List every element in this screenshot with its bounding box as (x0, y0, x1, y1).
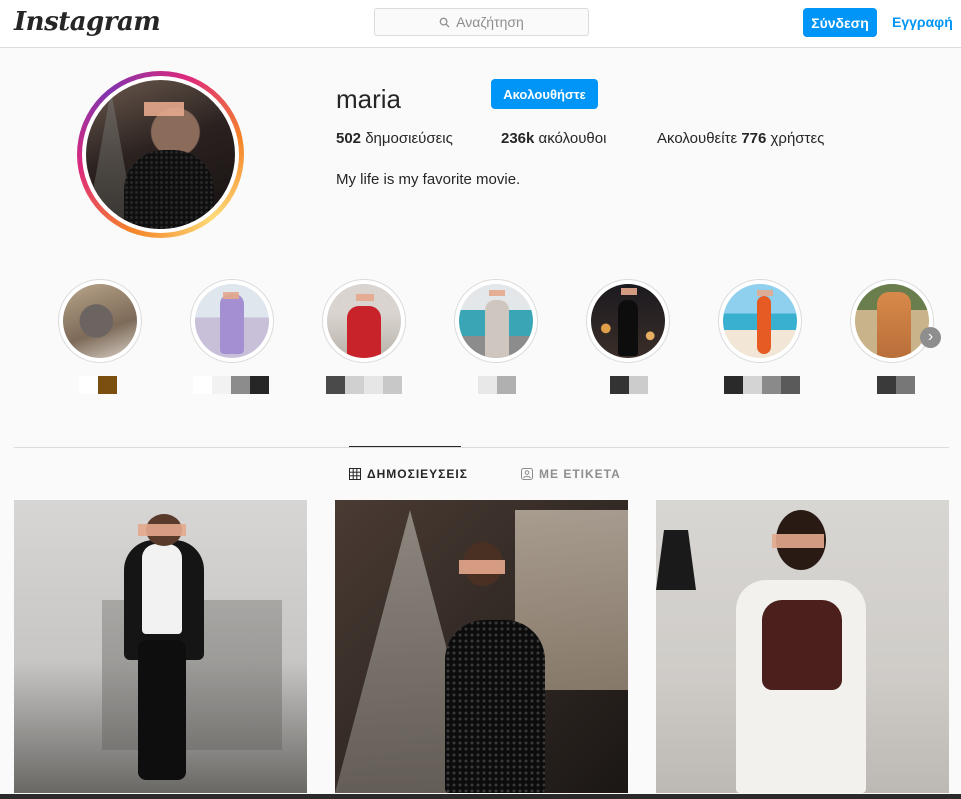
tab-tagged-label: ΜΕ ΕΤΙΚΕΤΑ (539, 467, 621, 481)
follow-button[interactable]: Ακολουθήστε (491, 79, 598, 109)
following-count: 776 (741, 130, 767, 147)
profile-avatar[interactable] (77, 71, 244, 238)
censor-bar (144, 102, 184, 116)
highlights-next-button[interactable]: › (920, 327, 941, 348)
highlight-cover (591, 284, 665, 358)
chevron-right-icon: › (927, 328, 934, 345)
search-input[interactable]: Αναζήτηση (374, 8, 589, 36)
highlight-7[interactable] (850, 279, 934, 363)
active-tab-indicator (349, 446, 461, 447)
censor-bar (772, 534, 824, 548)
tagged-user-icon (521, 468, 533, 480)
highlight-6[interactable] (718, 279, 802, 363)
profile-username: maria (336, 84, 402, 114)
instagram-logo[interactable]: Instagram (14, 7, 161, 37)
profile-bio: My life is my favorite movie. (336, 171, 521, 188)
search-icon (439, 17, 450, 28)
highlight-label-pixelated (193, 376, 269, 394)
followers-stat[interactable]: 236k ακόλουθοι (501, 130, 606, 147)
tab-posts[interactable]: ΔΗΜΟΣΙΕΥΣΕΙΣ (349, 467, 468, 481)
search-placeholder: Αναζήτηση (456, 14, 524, 30)
avatar-photo (86, 80, 235, 229)
post-thumbnail-2[interactable] (335, 500, 628, 793)
highlight-5[interactable] (586, 279, 670, 363)
highlight-4[interactable] (454, 279, 538, 363)
highlight-3[interactable] (322, 279, 406, 363)
following-stat[interactable]: Ακολουθείτε 776 χρήστες (657, 130, 824, 147)
post-thumbnail-1[interactable] (14, 500, 307, 793)
top-navigation-bar: Instagram Αναζήτηση Σύνδεση Εγγραφή (0, 0, 961, 48)
tabs-divider (14, 447, 949, 448)
highlight-label-pixelated (877, 376, 915, 394)
posts-count-stat: 502 δημοσιεύσεις (336, 130, 453, 147)
highlight-cover (723, 284, 797, 358)
tab-posts-label: ΔΗΜΟΣΙΕΥΣΕΙΣ (367, 467, 468, 481)
highlight-label-pixelated (478, 376, 516, 394)
followers-label: ακόλουθοι (538, 130, 607, 147)
grid-icon (349, 468, 361, 480)
highlight-label-pixelated (79, 376, 117, 394)
following-prefix: Ακολουθείτε (657, 130, 738, 147)
highlight-cover (327, 284, 401, 358)
login-button[interactable]: Σύνδεση (803, 8, 877, 37)
censor-bar (138, 524, 186, 536)
highlight-label-pixelated (326, 376, 402, 394)
highlight-cover (459, 284, 533, 358)
posts-count: 502 (336, 130, 362, 147)
post-thumbnail-3[interactable] (656, 500, 949, 793)
highlight-cover (63, 284, 137, 358)
highlight-2[interactable] (190, 279, 274, 363)
signup-link[interactable]: Εγγραφή (892, 14, 953, 30)
tab-tagged[interactable]: ΜΕ ΕΤΙΚΕΤΑ (521, 467, 621, 481)
highlight-1[interactable] (58, 279, 142, 363)
highlight-cover (195, 284, 269, 358)
censor-bar (459, 560, 505, 574)
highlight-label-pixelated (610, 376, 648, 394)
following-suffix: χρήστες (770, 130, 825, 147)
highlight-cover (855, 284, 929, 358)
highlight-label-pixelated (724, 376, 800, 394)
window-bottom-edge (0, 794, 961, 799)
followers-count: 236k (501, 130, 535, 147)
posts-label: δημοσιεύσεις (365, 130, 453, 147)
